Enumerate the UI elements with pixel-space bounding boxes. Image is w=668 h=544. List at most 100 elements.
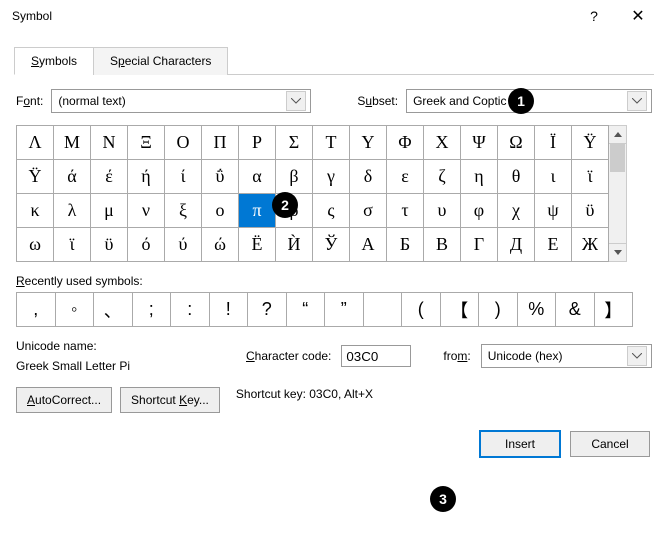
close-button[interactable]: ✕: [616, 0, 660, 32]
char-cell[interactable]: κ: [17, 194, 54, 228]
char-cell[interactable]: Ϋ: [572, 126, 609, 160]
char-cell[interactable]: ξ: [165, 194, 202, 228]
char-cell[interactable]: Ў: [313, 228, 350, 262]
char-cell[interactable]: ψ: [535, 194, 572, 228]
char-cell[interactable]: Φ: [387, 126, 424, 160]
char-cell[interactable]: Ξ: [128, 126, 165, 160]
char-cell[interactable]: Ϋ: [17, 160, 54, 194]
cancel-button[interactable]: Cancel: [570, 431, 650, 457]
char-cell[interactable]: ή: [128, 160, 165, 194]
recent-cell[interactable]: %: [518, 293, 557, 327]
char-cell[interactable]: Σ: [276, 126, 313, 160]
char-cell[interactable]: γ: [313, 160, 350, 194]
recent-cell[interactable]: [364, 293, 403, 327]
scroll-track[interactable]: [609, 144, 626, 243]
char-cell[interactable]: ϊ: [54, 228, 91, 262]
char-cell[interactable]: φ: [461, 194, 498, 228]
char-cell[interactable]: ϋ: [91, 228, 128, 262]
recent-cell[interactable]: !: [210, 293, 249, 327]
char-cell[interactable]: Ψ: [461, 126, 498, 160]
recent-cell[interactable]: “: [287, 293, 326, 327]
recent-cell[interactable]: 、: [94, 293, 133, 327]
insert-button[interactable]: Insert: [480, 431, 560, 457]
char-cell[interactable]: Ϊ: [535, 126, 572, 160]
chevron-down-icon[interactable]: [627, 346, 647, 366]
char-cell[interactable]: ά: [54, 160, 91, 194]
char-cell[interactable]: ϊ: [572, 160, 609, 194]
recent-cell[interactable]: (: [402, 293, 441, 327]
char-cell[interactable]: ΰ: [202, 160, 239, 194]
recent-symbols-grid[interactable]: ,◦、;:!?“” (【)%&】: [16, 292, 633, 327]
char-cell[interactable]: Τ: [313, 126, 350, 160]
char-cell[interactable]: ς: [313, 194, 350, 228]
char-cell[interactable]: έ: [91, 160, 128, 194]
recent-cell[interactable]: :: [171, 293, 210, 327]
char-cell[interactable]: ω: [17, 228, 54, 262]
tab-symbols[interactable]: SSymbols: [14, 47, 94, 75]
recent-cell[interactable]: &: [556, 293, 595, 327]
font-dropdown[interactable]: (normal text): [51, 89, 311, 113]
char-cell[interactable]: Д: [498, 228, 535, 262]
recent-cell[interactable]: 】: [595, 293, 634, 327]
char-cell[interactable]: Ё: [239, 228, 276, 262]
char-cell[interactable]: Ж: [572, 228, 609, 262]
autocorrect-button[interactable]: AutoCorrect...: [16, 387, 112, 413]
char-cell[interactable]: Υ: [350, 126, 387, 160]
grid-scrollbar[interactable]: [609, 125, 627, 262]
char-cell[interactable]: ε: [387, 160, 424, 194]
char-cell[interactable]: χ: [498, 194, 535, 228]
char-cell[interactable]: μ: [91, 194, 128, 228]
recent-cell[interactable]: ?: [248, 293, 287, 327]
char-cell[interactable]: Λ: [17, 126, 54, 160]
chevron-down-icon[interactable]: [627, 91, 647, 111]
shortcut-key-button[interactable]: Shortcut Key...: [120, 387, 220, 413]
char-cell[interactable]: А: [350, 228, 387, 262]
char-cell[interactable]: ο: [202, 194, 239, 228]
help-button[interactable]: ?: [572, 0, 616, 32]
char-cell[interactable]: ϋ: [572, 194, 609, 228]
recent-cell[interactable]: ;: [133, 293, 172, 327]
char-cell[interactable]: Ω: [498, 126, 535, 160]
char-cell[interactable]: ύ: [165, 228, 202, 262]
char-cell[interactable]: α: [239, 160, 276, 194]
char-cell[interactable]: τ: [387, 194, 424, 228]
chevron-down-icon[interactable]: [286, 91, 306, 111]
char-cell[interactable]: ό: [128, 228, 165, 262]
char-cell[interactable]: Ο: [165, 126, 202, 160]
char-cell[interactable]: ν: [128, 194, 165, 228]
char-cell[interactable]: В: [424, 228, 461, 262]
char-cell[interactable]: Χ: [424, 126, 461, 160]
char-cell[interactable]: Ѝ: [276, 228, 313, 262]
char-cell[interactable]: Е: [535, 228, 572, 262]
scroll-thumb[interactable]: [610, 144, 625, 172]
char-cell[interactable]: σ: [350, 194, 387, 228]
recent-cell[interactable]: ”: [325, 293, 364, 327]
scroll-down-icon[interactable]: [609, 243, 626, 261]
char-cell[interactable]: Μ: [54, 126, 91, 160]
from-dropdown[interactable]: Unicode (hex): [481, 344, 652, 368]
char-cell[interactable]: Π: [202, 126, 239, 160]
recent-cell[interactable]: ): [479, 293, 518, 327]
char-cell[interactable]: π: [239, 194, 276, 228]
recent-cell[interactable]: ◦: [56, 293, 95, 327]
char-cell[interactable]: υ: [424, 194, 461, 228]
char-cell[interactable]: Ρ: [239, 126, 276, 160]
char-cell[interactable]: Б: [387, 228, 424, 262]
char-cell[interactable]: Ν: [91, 126, 128, 160]
charcode-input[interactable]: [341, 345, 411, 367]
char-cell[interactable]: β: [276, 160, 313, 194]
recent-cell[interactable]: 【: [441, 293, 480, 327]
char-cell[interactable]: θ: [498, 160, 535, 194]
char-cell[interactable]: ι: [535, 160, 572, 194]
char-cell[interactable]: λ: [54, 194, 91, 228]
recent-cell[interactable]: ,: [17, 293, 56, 327]
char-cell[interactable]: Г: [461, 228, 498, 262]
character-grid[interactable]: ΛΜΝΞΟΠΡΣΤΥΦΧΨΩΪΫΫάέήίΰαβγδεζηθιϊκλμνξοπρ…: [16, 125, 609, 262]
char-cell[interactable]: ζ: [424, 160, 461, 194]
scroll-up-icon[interactable]: [609, 126, 626, 144]
char-cell[interactable]: ώ: [202, 228, 239, 262]
char-cell[interactable]: η: [461, 160, 498, 194]
char-cell[interactable]: δ: [350, 160, 387, 194]
char-cell[interactable]: ί: [165, 160, 202, 194]
tab-special-characters[interactable]: Special Characters: [93, 47, 228, 75]
